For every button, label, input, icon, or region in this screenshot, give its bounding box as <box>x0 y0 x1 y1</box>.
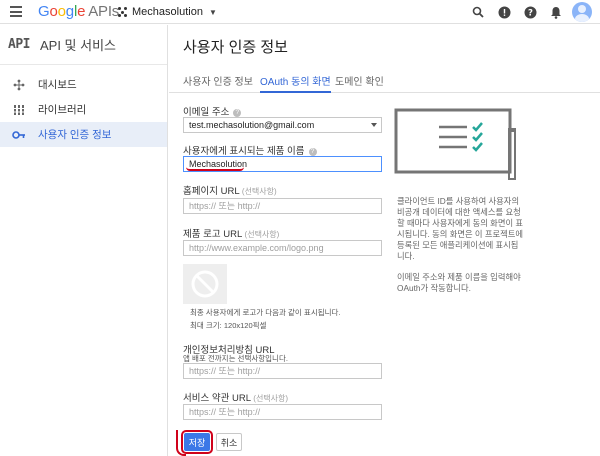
logo-note: 최종 사용자에게 로고가 다음과 같이 표시됩니다. <box>190 308 341 317</box>
tab-credentials[interactable]: 사용자 인증 정보 <box>183 73 253 93</box>
brand-apis: APIs <box>88 3 120 20</box>
library-icon <box>12 103 26 117</box>
sidebar-item-label: 라이브러리 <box>38 104 87 116</box>
project-selector[interactable]: Mechasolution ▼ <box>118 4 217 20</box>
consent-requirement-text: 이메일 주소와 제품 이름을 입력해야 OAuth가 작동합니다. <box>397 272 521 293</box>
homepage-url-input[interactable]: https:// 또는 http:// <box>183 198 382 214</box>
privacy-url-input[interactable]: https:// 또는 http:// <box>183 363 382 379</box>
product-name-label: 사용자에게 표시되는 제품 이름? <box>183 143 317 157</box>
tab-domain-verification[interactable]: 도메인 확인 <box>335 73 384 93</box>
dashboard-icon <box>12 78 26 92</box>
top-app-bar: Google APIs Mechasolution ▼ ? <box>0 0 600 24</box>
feedback-icon[interactable] <box>494 2 514 22</box>
project-name: Mechasolution <box>132 6 203 18</box>
menu-icon[interactable] <box>10 6 22 17</box>
notifications-icon[interactable] <box>546 2 566 22</box>
api-logo: API <box>8 37 30 52</box>
chevron-down-icon: ▼ <box>208 7 217 17</box>
search-icon[interactable] <box>468 2 488 22</box>
logo-url-input[interactable]: http://www.example.com/logo.png <box>183 240 382 256</box>
homepage-url-label: 홈페이지 URL (선택사항) <box>183 186 277 197</box>
help-icon[interactable]: ? <box>233 109 242 117</box>
logo-max-size: 최대 크기: 120x120픽셀 <box>190 321 267 330</box>
tab-bar: 사용자 인증 정보 OAuth 동의 화면 도메인 확인 <box>169 69 600 93</box>
sidebar: API API 및 서비스 대시보드 라이브러리 사용자 인증 정보 <box>0 25 168 456</box>
email-select[interactable]: test.mechasolution@gmail.com <box>183 117 382 133</box>
key-icon <box>12 128 26 142</box>
terms-url-label: 서비스 약관 URL (선택사항) <box>183 393 289 404</box>
svg-text:?: ? <box>528 8 533 18</box>
sidebar-item-library[interactable]: 라이브러리 <box>0 97 167 122</box>
chevron-down-icon <box>371 123 377 127</box>
help-icon[interactable]: ? <box>308 148 317 156</box>
google-apis-logo[interactable]: Google APIs <box>38 3 119 20</box>
terms-url-input[interactable]: https:// 또는 http:// <box>183 404 382 420</box>
logo-url-label: 제품 로고 URL (선택사항) <box>183 229 280 240</box>
logo-preview <box>183 264 227 304</box>
cancel-button[interactable]: 취소 <box>216 433 242 451</box>
sidebar-title: API 및 서비스 <box>39 38 117 53</box>
sidebar-header: API API 및 서비스 <box>0 25 167 65</box>
consent-info-text: 클라이언트 ID를 사용하여 사용자의 비공개 데이터에 대한 액세스를 요청할… <box>397 196 524 261</box>
sidebar-item-label: 사용자 인증 정보 <box>38 129 112 141</box>
help-icon[interactable]: ? <box>520 2 540 22</box>
annotation-underline <box>186 167 244 171</box>
consent-screen-illustration <box>393 107 523 183</box>
save-button[interactable]: 저장 <box>181 430 213 454</box>
brand-google: Google <box>38 3 86 20</box>
email-label: 이메일 주소? <box>183 104 242 118</box>
sidebar-item-label: 대시보드 <box>38 79 77 91</box>
no-image-icon <box>191 270 219 298</box>
project-icon <box>118 7 128 17</box>
page-title: 사용자 인증 정보 <box>183 39 288 56</box>
tab-oauth-consent[interactable]: OAuth 동의 화면 <box>260 73 331 93</box>
sidebar-item-credentials[interactable]: 사용자 인증 정보 <box>0 122 167 147</box>
account-avatar[interactable] <box>572 2 592 22</box>
sidebar-item-dashboard[interactable]: 대시보드 <box>0 72 167 97</box>
